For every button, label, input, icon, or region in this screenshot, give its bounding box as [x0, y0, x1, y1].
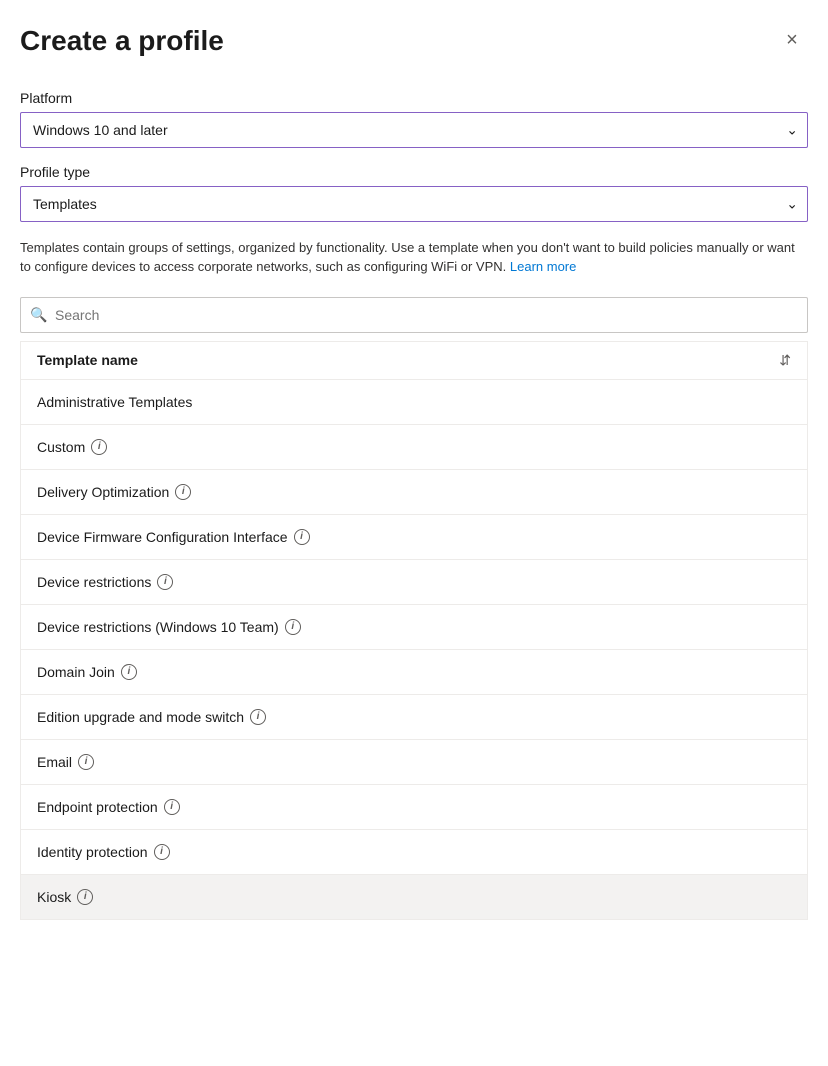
platform-select-wrapper: Windows 10 and later Windows 8.1 and lat… — [20, 112, 808, 148]
table-row[interactable]: Edition upgrade and mode switch i — [21, 695, 807, 740]
row-content: Domain Join i — [37, 664, 137, 680]
row-content: Device Firmware Configuration Interface … — [37, 529, 310, 545]
info-icon[interactable]: i — [157, 574, 173, 590]
table-row[interactable]: Custom i — [21, 425, 807, 470]
row-content: Device restrictions i — [37, 574, 173, 590]
row-label: Endpoint protection — [37, 799, 158, 815]
info-icon[interactable]: i — [78, 754, 94, 770]
row-label: Delivery Optimization — [37, 484, 169, 500]
row-content: Endpoint protection i — [37, 799, 180, 815]
info-icon[interactable]: i — [77, 889, 93, 905]
row-label: Device Firmware Configuration Interface — [37, 529, 288, 545]
row-label: Administrative Templates — [37, 394, 192, 410]
table-row[interactable]: Device Firmware Configuration Interface … — [21, 515, 807, 560]
info-icon[interactable]: i — [91, 439, 107, 455]
template-name-column-header: Template name — [37, 352, 138, 368]
row-content: Delivery Optimization i — [37, 484, 191, 500]
dialog-header: Create a profile × — [20, 24, 808, 58]
info-icon[interactable]: i — [121, 664, 137, 680]
row-content: Administrative Templates — [37, 394, 192, 410]
learn-more-link[interactable]: Learn more — [510, 259, 576, 274]
row-content: Custom i — [37, 439, 107, 455]
row-label: Custom — [37, 439, 85, 455]
row-content: Edition upgrade and mode switch i — [37, 709, 266, 725]
row-label: Edition upgrade and mode switch — [37, 709, 244, 725]
dialog-title: Create a profile — [20, 24, 224, 58]
profile-type-label: Profile type — [20, 164, 808, 180]
search-input[interactable] — [20, 297, 808, 333]
table-row[interactable]: Device restrictions i — [21, 560, 807, 605]
table-row[interactable]: Identity protection i — [21, 830, 807, 875]
templates-table: Template name ⇵ Administrative Templates… — [20, 341, 808, 920]
table-row[interactable]: Domain Join i — [21, 650, 807, 695]
info-icon[interactable]: i — [154, 844, 170, 860]
table-header-row: Template name ⇵ — [21, 342, 807, 380]
info-icon[interactable]: i — [294, 529, 310, 545]
row-label: Domain Join — [37, 664, 115, 680]
table-row[interactable]: Endpoint protection i — [21, 785, 807, 830]
table-row[interactable]: Email i — [21, 740, 807, 785]
row-label: Kiosk — [37, 889, 71, 905]
row-content: Kiosk i — [37, 889, 93, 905]
description-text-main: Templates contain groups of settings, or… — [20, 240, 795, 275]
row-content: Identity protection i — [37, 844, 170, 860]
row-label: Email — [37, 754, 72, 770]
row-label: Device restrictions — [37, 574, 151, 590]
profile-type-select-wrapper: Templates Settings catalog Administrativ… — [20, 186, 808, 222]
profile-type-select[interactable]: Templates Settings catalog Administrativ… — [20, 186, 808, 222]
create-profile-dialog: Create a profile × Platform Windows 10 a… — [0, 0, 828, 1066]
info-icon[interactable]: i — [175, 484, 191, 500]
table-row[interactable]: Delivery Optimization i — [21, 470, 807, 515]
close-button[interactable]: × — [776, 24, 808, 56]
row-content: Device restrictions (Windows 10 Team) i — [37, 619, 301, 635]
search-container: 🔍 — [20, 297, 808, 333]
info-icon[interactable]: i — [285, 619, 301, 635]
row-label: Device restrictions (Windows 10 Team) — [37, 619, 279, 635]
table-row[interactable]: Administrative Templates — [21, 380, 807, 425]
platform-field-group: Platform Windows 10 and later Windows 8.… — [20, 90, 808, 148]
sort-icon[interactable]: ⇵ — [779, 352, 791, 369]
row-label: Identity protection — [37, 844, 148, 860]
table-row[interactable]: Kiosk i — [21, 875, 807, 919]
info-icon[interactable]: i — [250, 709, 266, 725]
row-content: Email i — [37, 754, 94, 770]
info-icon[interactable]: i — [164, 799, 180, 815]
templates-description: Templates contain groups of settings, or… — [20, 238, 808, 277]
profile-type-field-group: Profile type Templates Settings catalog … — [20, 164, 808, 222]
table-row[interactable]: Device restrictions (Windows 10 Team) i — [21, 605, 807, 650]
platform-select[interactable]: Windows 10 and later Windows 8.1 and lat… — [20, 112, 808, 148]
platform-label: Platform — [20, 90, 808, 106]
